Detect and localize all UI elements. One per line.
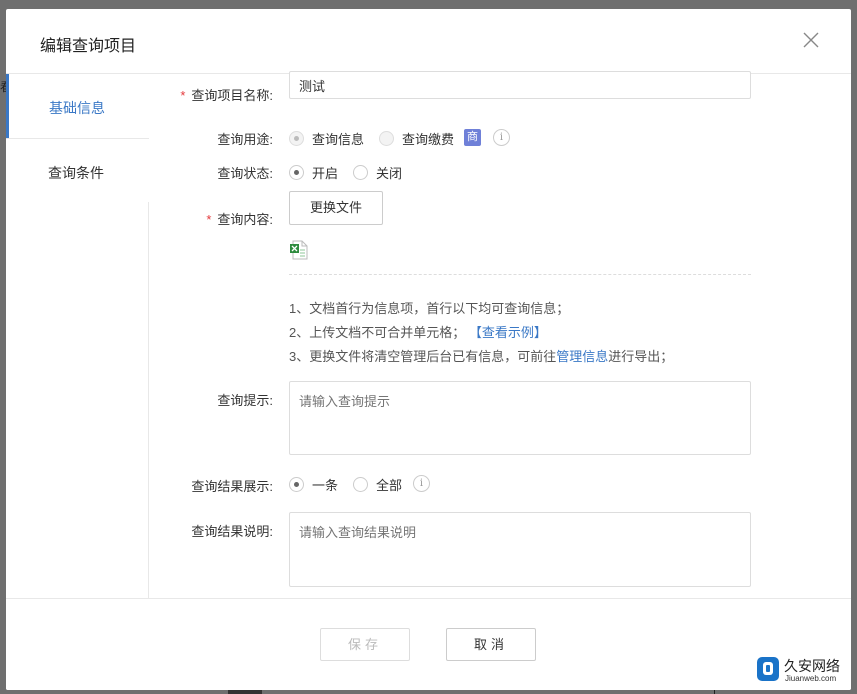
replace-file-button[interactable]: 更换文件 [289, 191, 383, 225]
dialog-header: 编辑查询项目 [6, 9, 851, 74]
required-mark: * [180, 88, 186, 103]
tab-basic-info[interactable]: 基础信息 [6, 74, 150, 138]
watermark: 久安网络 Jiuanweb.com [752, 648, 852, 690]
result-desc-label-wrap: 查询结果说明: [149, 521, 273, 540]
radio-circle [379, 131, 394, 146]
tab-query-conditions[interactable]: 查询条件 [6, 138, 149, 202]
status-radio-off[interactable]: 关闭 [353, 163, 402, 182]
name-label: 查询项目名称: [191, 88, 273, 103]
basic-info-form: * 查询项目名称: 查询用途: 查询信息 查询缴费 商 i 查询状态: 开启 关闭 [149, 71, 851, 598]
purpose-radio-payment[interactable]: 查询缴费 [379, 129, 454, 148]
result-radio-all-label: 全部 [376, 478, 403, 493]
content-label-wrap: * 查询内容: [149, 209, 273, 228]
radio-circle [289, 131, 304, 146]
purpose-label-wrap: 查询用途: [149, 129, 273, 148]
content-label: 查询内容: [217, 212, 273, 227]
note-line-2-text: 2、上传文档不可合并单元格； [289, 325, 466, 340]
cancel-button[interactable]: 取消 [446, 628, 536, 661]
purpose-label: 查询用途: [217, 132, 273, 147]
status-label: 查询状态: [217, 166, 273, 181]
hint-textarea[interactable] [289, 381, 751, 455]
radio-circle [353, 477, 368, 492]
result-radio-one[interactable]: 一条 [289, 475, 338, 494]
result-radio-one-label: 一条 [312, 478, 339, 493]
content-divider [289, 274, 751, 275]
purpose-radio-payment-label: 查询缴费 [402, 132, 455, 147]
tab-basic-info-label: 基础信息 [49, 100, 105, 116]
result-radio-all[interactable]: 全部 [353, 475, 402, 494]
info-icon[interactable]: i [413, 475, 430, 492]
save-button[interactable]: 保存 [320, 628, 410, 661]
info-icon[interactable]: i [493, 129, 510, 146]
dialog-footer: 保存 取消 [6, 598, 851, 690]
status-label-wrap: 查询状态: [149, 163, 273, 182]
purpose-radio-info-label: 查询信息 [312, 132, 365, 147]
hint-label: 查询提示: [217, 393, 273, 408]
note-line-1: 1、文档首行为信息项，首行以下均可查询信息； [289, 301, 570, 316]
note-line-3-text: 3、更换文件将清空管理后台已有信息，可前往 [289, 349, 557, 364]
result-display-label: 查询结果展示: [191, 479, 273, 494]
manage-info-link[interactable]: 管理信息 [556, 349, 608, 364]
note-line-3-suffix: 进行导出； [608, 349, 674, 364]
sidebar: 基础信息 查询条件 [6, 74, 150, 598]
radio-circle [289, 477, 304, 492]
result-desc-textarea[interactable] [289, 512, 751, 587]
tab-query-conditions-label: 查询条件 [48, 165, 104, 181]
watermark-name: 久安网络 [784, 658, 840, 674]
status-radio-on[interactable]: 开启 [289, 163, 338, 182]
name-label-wrap: * 查询项目名称: [149, 85, 273, 104]
close-icon[interactable] [802, 31, 820, 49]
required-mark: * [206, 212, 212, 227]
note-line-3: 3、更换文件将清空管理后台已有信息，可前往管理信息进行导出； [289, 346, 673, 365]
business-badge: 商 [464, 129, 481, 146]
watermark-domain: Jiuanweb.com [785, 674, 837, 683]
dialog-title: 编辑查询项目 [40, 38, 137, 55]
radio-circle [353, 165, 368, 180]
watermark-logo-icon [756, 656, 780, 682]
name-input[interactable] [289, 71, 751, 99]
hint-label-wrap: 查询提示: [149, 390, 273, 409]
status-radio-on-label: 开启 [312, 166, 339, 181]
note-line-2: 2、上传文档不可合并单元格； 【查看示例】 [289, 322, 547, 341]
edit-query-dialog: 编辑查询项目 基础信息 查询条件 * 查询项目名称: 查询用途: 查询信息 查询缴… [6, 9, 851, 690]
result-desc-label: 查询结果说明: [191, 524, 273, 539]
result-display-label-wrap: 查询结果展示: [149, 476, 273, 495]
view-example-link[interactable]: 【查看示例】 [469, 325, 547, 340]
excel-file-icon [290, 240, 308, 260]
status-radio-off-label: 关闭 [376, 166, 403, 181]
radio-circle [289, 165, 304, 180]
purpose-radio-info[interactable]: 查询信息 [289, 129, 364, 148]
